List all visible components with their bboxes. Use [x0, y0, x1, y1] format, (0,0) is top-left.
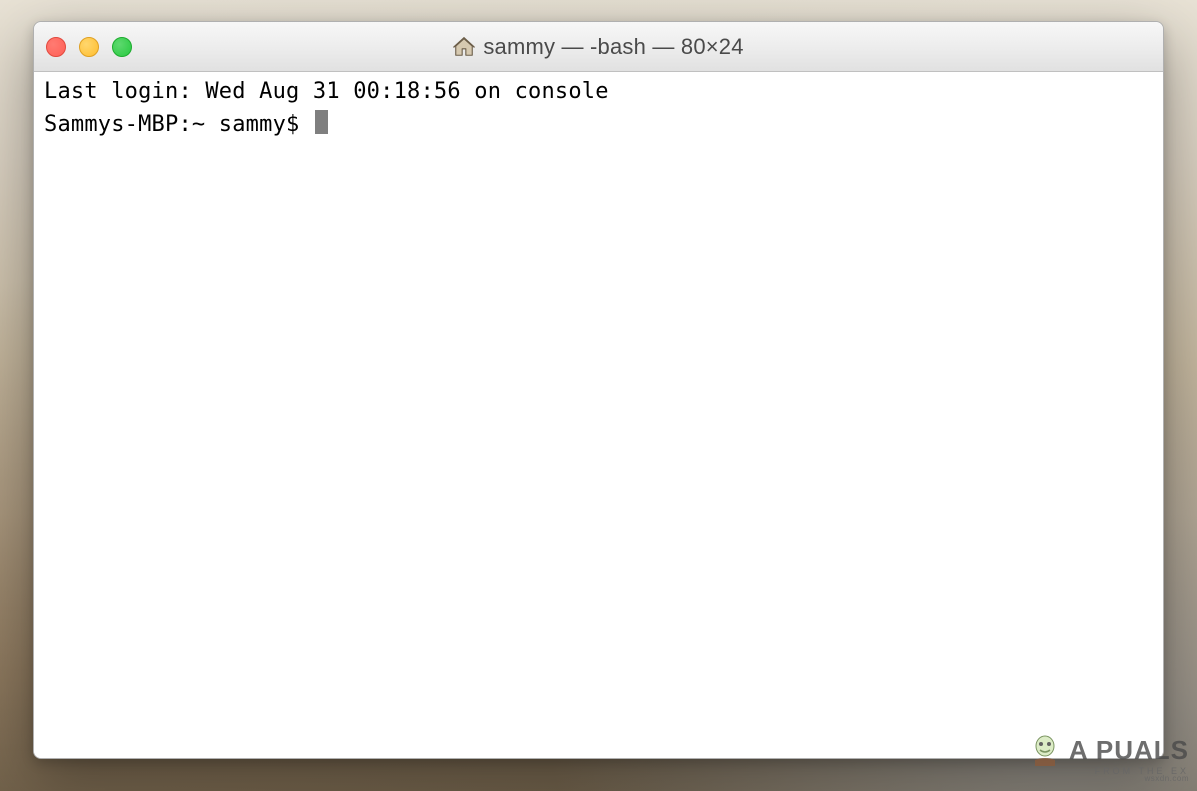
window-title: sammy — -bash — 80×24: [483, 34, 743, 60]
maximize-button[interactable]: [112, 37, 132, 57]
terminal-content[interactable]: Last login: Wed Aug 31 00:18:56 on conso…: [34, 72, 1163, 758]
prompt-line: Sammys-MBP:~ sammy$: [44, 107, 1153, 140]
cursor: [315, 110, 328, 134]
terminal-window: sammy — -bash — 80×24 Last login: Wed Au…: [33, 21, 1164, 759]
shell-prompt: Sammys-MBP:~ sammy$: [44, 111, 313, 140]
traffic-lights: [46, 37, 132, 57]
last-login-line: Last login: Wed Aug 31 00:18:56 on conso…: [44, 78, 1153, 107]
window-titlebar[interactable]: sammy — -bash — 80×24: [34, 22, 1163, 72]
window-title-container: sammy — -bash — 80×24: [34, 34, 1163, 60]
home-icon: [453, 36, 475, 58]
watermark-icon: [1027, 732, 1063, 768]
minimize-button[interactable]: [79, 37, 99, 57]
close-button[interactable]: [46, 37, 66, 57]
watermark-brand: A PUALS: [1069, 735, 1189, 766]
watermark: A PUALS FROM THE EX wsxdn.com: [1027, 732, 1189, 783]
